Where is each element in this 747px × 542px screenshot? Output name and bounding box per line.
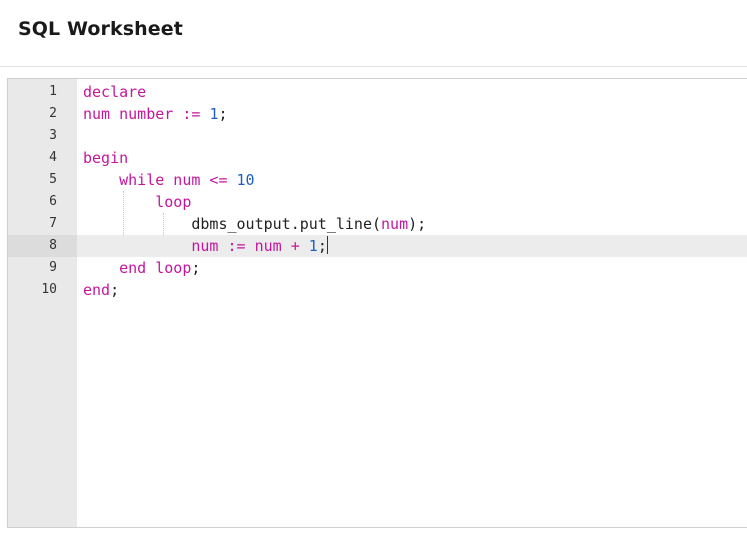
- code-line[interactable]: 9 end loop;: [8, 257, 747, 279]
- code-line[interactable]: 4 begin: [8, 147, 747, 169]
- code-line[interactable]: 8 num := num + 1;: [8, 235, 747, 257]
- code-line[interactable]: 2 num number := 1;: [8, 103, 747, 125]
- line-number: 7: [49, 216, 57, 231]
- code-token: loop: [83, 193, 192, 211]
- code-token: declare: [83, 83, 147, 101]
- code-editor[interactable]: 1 declare 2 num number := 1; 3 4 begin 5 while …: [7, 78, 747, 528]
- code-token: end loop: [83, 259, 192, 277]
- code-text[interactable]: loop: [83, 191, 191, 213]
- line-number: 10: [41, 282, 57, 297]
- code-text[interactable]: num := num + 1;: [83, 235, 328, 257]
- code-token: begin: [83, 149, 129, 167]
- code-line[interactable]: 1 declare: [8, 81, 747, 103]
- line-number: 3: [49, 128, 57, 143]
- line-number: 8: [8, 235, 77, 257]
- code-line[interactable]: 3: [8, 125, 747, 147]
- code-line[interactable]: 5 while num <= 10: [8, 169, 747, 191]
- code-text[interactable]: end;: [83, 279, 119, 301]
- code-token: num: [381, 215, 409, 233]
- code-token: end: [83, 281, 111, 299]
- page-title: SQL Worksheet: [18, 18, 183, 40]
- code-text[interactable]: declare: [83, 81, 146, 103]
- code-text[interactable]: while num <= 10: [83, 169, 255, 191]
- code-token: 10: [236, 171, 255, 189]
- line-number: 6: [49, 194, 57, 209]
- code-line[interactable]: 7 dbms_output.put_line(num);: [8, 213, 747, 235]
- line-number: 9: [49, 260, 57, 275]
- header-divider: [0, 66, 747, 67]
- code-text[interactable]: dbms_output.put_line(num);: [83, 213, 426, 235]
- line-number: 1: [49, 84, 57, 99]
- code-line[interactable]: 10 end;: [8, 279, 747, 301]
- code-token: ;: [110, 281, 120, 299]
- code-line[interactable]: 6 loop: [8, 191, 747, 213]
- code-text[interactable]: begin: [83, 147, 128, 169]
- code-token: ;: [317, 237, 327, 255]
- code-token: ;: [191, 259, 201, 277]
- code-token: 1: [308, 237, 318, 255]
- code-token: num := num +: [83, 237, 309, 255]
- code-lines[interactable]: 1 declare 2 num number := 1; 3 4 begin 5 while …: [8, 81, 747, 301]
- code-token: dbms_output.put_line(: [83, 215, 382, 233]
- editor-bottom-border: [7, 527, 747, 528]
- code-text[interactable]: end loop;: [83, 257, 200, 279]
- text-cursor: [326, 236, 328, 254]
- code-token: num number :=: [83, 105, 210, 123]
- line-number: 4: [49, 150, 57, 165]
- code-text[interactable]: num number := 1;: [83, 103, 228, 125]
- line-number: 5: [49, 172, 57, 187]
- code-token: );: [408, 215, 427, 233]
- code-token: ;: [218, 105, 228, 123]
- worksheet-header: SQL Worksheet: [0, 0, 747, 66]
- line-number: 2: [49, 106, 57, 121]
- code-token: while num <=: [83, 171, 237, 189]
